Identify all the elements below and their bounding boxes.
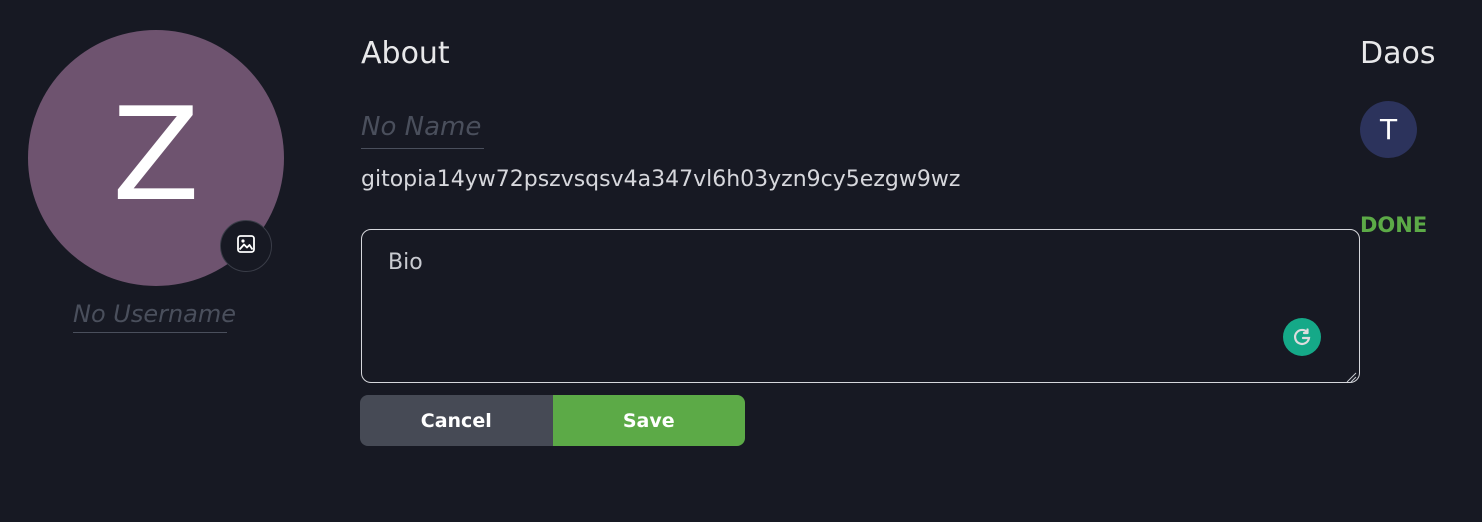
done-button[interactable]: DONE <box>1360 213 1427 237</box>
daos-heading: Daos <box>1360 36 1436 71</box>
dao-avatar[interactable]: T <box>1360 101 1417 158</box>
action-buttons: Cancel Save <box>360 395 745 446</box>
bio-textarea[interactable]: Bio <box>361 229 1360 383</box>
wallet-address: gitopia14yw72pszvsqsv4a347vl6h03yzn9cy5e… <box>361 167 961 192</box>
save-button[interactable]: Save <box>552 395 745 446</box>
resize-handle-icon[interactable] <box>1345 368 1357 383</box>
cancel-button[interactable]: Cancel <box>360 395 553 446</box>
username-field[interactable]: No Username <box>73 300 236 333</box>
grammarly-icon[interactable] <box>1283 318 1321 356</box>
about-heading: About <box>361 36 450 71</box>
change-avatar-button[interactable] <box>220 220 272 272</box>
name-field[interactable]: No Name <box>361 112 484 149</box>
profile-page: Z No Username About No Name gitopia14yw7… <box>0 0 1482 522</box>
avatar-letter: Z <box>112 81 200 230</box>
image-icon <box>236 234 256 258</box>
bio-placeholder: Bio <box>388 250 423 275</box>
